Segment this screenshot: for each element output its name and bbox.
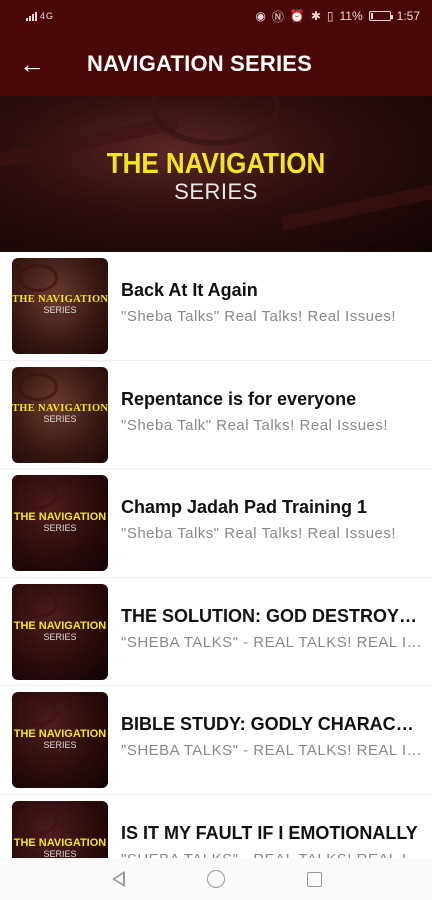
battery-icon [368,11,393,21]
episode-title: Repentance is for everyone [121,388,357,409]
home-circle-icon [207,870,225,888]
thumbnail-wheel-graphic [18,698,58,726]
episode-title: THE SOLUTION: GOD DESTROYS THE WORKS [121,605,422,626]
vibrate-icon: ▯ [326,9,334,23]
thumbnail-wheel-graphic [18,264,58,292]
thumbnail-subtitle: SERIES [43,848,77,859]
thumbnail-title: THE NAVIGATION [12,294,108,305]
battery-percent: 11% [339,9,363,23]
episode-item[interactable]: THE NAVIGATION SERIES IS IT MY FAULT IF I … [0,795,432,859]
nfc-icon: Ⓝ [271,9,284,24]
arrow-left-icon: ← [19,48,45,79]
thumbnail-wheel-graphic [18,589,58,618]
thumbnail-title: THE NAVIGATION [12,402,108,414]
signal-icon [26,11,37,21]
episode-list[interactable]: THE NAVIGATION SERIES Back At It Again "She… [0,252,432,858]
wifi-icon: ◉ [255,9,266,23]
episode-title: BIBLE STUDY: GODLY CHARACTER [121,714,422,734]
thumbnail-logo: THE NAVIGATION SERIES [12,403,108,424]
episode-title: Back At It Again [121,280,258,300]
status-bar: 4G ◉ Ⓝ ⏰ ✱ ▯ 11% 1:57 [0,0,432,32]
episode-thumbnail: THE NAVIGATION SERIES [12,692,108,788]
thumbnail-title: THE NAVIGATION [13,728,107,740]
episode-description: "Sheba Talks" Real Talks! Real Issues! [121,308,397,325]
app-bar: ← NAVIGATION SERIES [0,32,432,96]
episode-title: Champ Jadah Pad Training 1 [121,497,368,517]
episode-item[interactable]: THE NAVIGATION SERIES THE SOLUTION: GOD DE… [0,578,432,686]
thumbnail-subtitle: SERIES [43,740,77,750]
episode-thumbnail: THE NAVIGATION SERIES [12,366,108,463]
episode-item[interactable]: THE NAVIGATION SERIES Repentance is for ev… [0,361,432,469]
banner-logo: THE NAVIGATION SERIES [0,146,432,205]
clock: 1:57 [396,9,420,23]
thumbnail-logo: THE NAVIGATION SERIES [12,620,108,642]
thumbnail-subtitle: SERIES [43,523,77,533]
episode-text: IS IT MY FAULT IF I EMOTIONALLY "SHEBA TA… [121,823,422,859]
thumbnail-subtitle: SERIES [43,631,77,642]
episode-text: BIBLE STUDY: GODLY CHARACTER "SHEBA TALKS… [121,714,422,759]
alarm-icon: ⏰ [289,9,305,23]
episode-thumbnail: THE NAVIGATION SERIES [12,258,108,354]
thumbnail-logo: THE NAVIGATION SERIES [12,294,108,315]
network-indicator: 4G [26,11,54,21]
page-title: NAVIGATION SERIES [87,51,313,76]
episode-item[interactable]: THE NAVIGATION SERIES Back At It Again "She… [0,252,432,361]
episode-text: Champ Jadah Pad Training 1 "Sheba Talks" … [121,497,422,542]
episode-description: "SHEBA TALKS" - REAL TALKS! REAL ISSUES! [121,633,422,651]
thumbnail-wheel-graphic [18,806,58,835]
episode-text: THE SOLUTION: GOD DESTROYS THE WORKS "SHE… [121,606,422,651]
episode-description: "Sheba Talks" Real Talks! Real Issues! [121,525,397,542]
episode-thumbnail: THE NAVIGATION SERIES [12,475,108,571]
thumbnail-title: THE NAVIGATION [13,836,107,849]
episode-text: Repentance is for everyone "Sheba Talk" R… [121,389,422,434]
episode-text: Back At It Again "Sheba Talks" Real Talks… [121,280,422,325]
episode-title: IS IT MY FAULT IF I EMOTIONALLY [121,822,418,843]
thumbnail-subtitle: SERIES [43,305,77,315]
bluetooth-icon: ✱ [310,9,321,23]
nav-recents-button[interactable] [300,865,328,893]
thumbnail-logo: THE NAVIGATION SERIES [12,511,108,533]
nav-home-button[interactable] [202,865,230,893]
thumbnail-wheel-graphic [18,481,58,509]
banner-subtitle: SERIES [174,179,258,204]
episode-thumbnail: THE NAVIGATION SERIES [12,800,108,859]
back-triangle-icon [111,871,125,887]
thumbnail-title: THE NAVIGATION [13,511,107,523]
thumbnail-logo: THE NAVIGATION SERIES [12,837,108,859]
back-button[interactable]: ← [0,32,64,96]
nav-back-button[interactable] [104,865,132,893]
status-icons: ◉ Ⓝ ⏰ ✱ ▯ 11% 1:57 [255,8,420,25]
series-banner: THE NAVIGATION SERIES [0,96,432,252]
thumbnail-logo: THE NAVIGATION SERIES [12,728,108,750]
episode-description: "Sheba Talk" Real Talks! Real Issues! [121,416,389,434]
episode-description: "SHEBA TALKS" - REAL TALKS! REAL ISSUES! [121,742,422,759]
episode-thumbnail: THE NAVIGATION SERIES [12,583,108,680]
thumbnail-wheel-graphic [18,372,58,401]
episode-description: "SHEBA TALKS" - REAL TALKS! REAL ISSUES! [121,851,422,859]
episode-item[interactable]: THE NAVIGATION SERIES Champ Jadah Pad Trai… [0,469,432,578]
episode-item[interactable]: THE NAVIGATION SERIES BIBLE STUDY: GODLY C… [0,686,432,795]
thumbnail-subtitle: SERIES [43,413,77,424]
banner-title: THE NAVIGATION [106,146,326,180]
system-nav-bar [0,858,432,900]
network-label: 4G [40,11,55,21]
thumbnail-title: THE NAVIGATION [13,619,107,632]
recents-square-icon [306,871,322,887]
